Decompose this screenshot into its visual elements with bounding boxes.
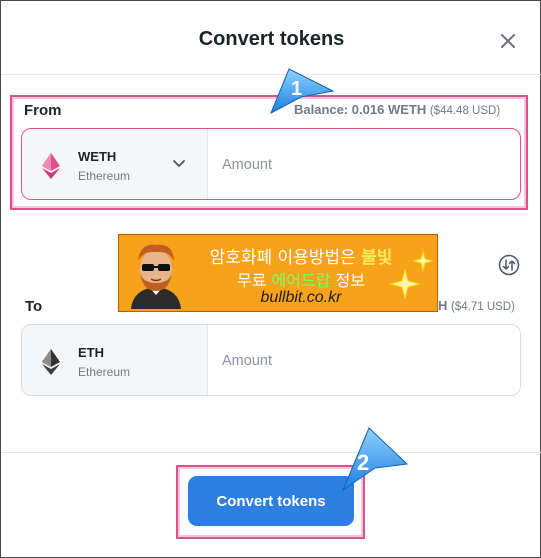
banner-line-2-c: 정보 <box>330 271 365 290</box>
from-amount-input[interactable] <box>220 129 504 201</box>
modal-title: Convert tokens <box>198 28 345 50</box>
to-token-network: Ethereum <box>78 365 131 379</box>
from-token-network: Ethereum <box>78 169 131 183</box>
from-balance-usd: ($44.48 USD) <box>429 105 501 117</box>
to-token-symbol: ETH <box>78 345 104 360</box>
to-balance: H ($4.71 USD) <box>438 298 515 313</box>
banner-line-1-text: 암호화폐 이용방법은 <box>209 248 362 268</box>
step-1-callout: 1 <box>270 68 335 115</box>
banner-url: bullbit.co.kr <box>260 289 342 306</box>
sparkle-icon <box>389 250 434 300</box>
weth-icon <box>42 153 60 179</box>
to-amount-input[interactable] <box>220 325 504 397</box>
to-token-row: ETH Ethereum <box>21 324 521 397</box>
convert-tokens-button[interactable]: Convert tokens <box>188 476 354 526</box>
eth-icon <box>42 349 60 375</box>
to-label: To <box>25 298 43 315</box>
convert-modal: Convert tokens From Balance: 0.016 WETH … <box>0 0 541 558</box>
to-balance-usd: ($4.71 USD) <box>451 301 515 313</box>
step-2-callout: 2 <box>341 427 409 492</box>
ad-banner[interactable]: 암호화폐 이용방법은 불빛 무료 에어드랍 정보 bullbit.co.kr <box>118 234 438 312</box>
to-amount-cell <box>207 325 520 397</box>
banner-line-2: 무료 에어드랍 정보 <box>191 267 411 291</box>
to-balance-value: H <box>438 298 448 313</box>
step-2-number: 2 <box>357 450 369 475</box>
from-token-row: WETH Ethereum <box>21 128 521 201</box>
swap-direction-icon[interactable] <box>498 254 520 276</box>
step-1-number: 1 <box>291 78 302 100</box>
banner-line-2-b: 에어드랍 <box>271 271 331 290</box>
close-icon[interactable] <box>498 31 518 51</box>
chevron-down-icon[interactable] <box>172 159 186 169</box>
from-label: From <box>24 102 62 119</box>
from-token-selector[interactable]: WETH Ethereum <box>22 129 207 199</box>
footer-divider <box>1 452 541 453</box>
from-token-symbol: WETH <box>78 149 117 164</box>
banner-line-1: 암호화폐 이용방법은 불빛 <box>191 243 411 268</box>
from-amount-cell <box>207 129 520 201</box>
to-token-display: ETH Ethereum <box>22 325 207 395</box>
banner-line-2-a: 무료 <box>237 271 272 290</box>
cartoon-face-icon <box>131 244 181 309</box>
